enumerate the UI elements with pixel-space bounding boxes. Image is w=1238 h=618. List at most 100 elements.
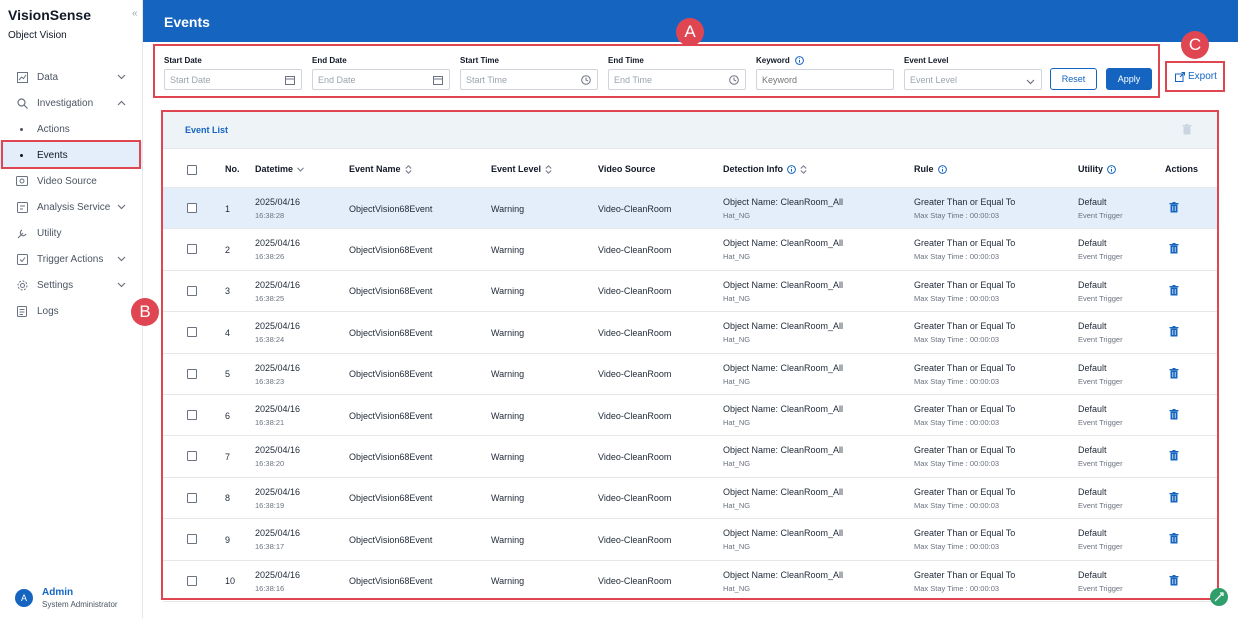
cell-video-source: Video-CleanRoom: [598, 576, 672, 587]
cell-utility: Default Event Trigger: [1078, 404, 1123, 427]
table-row[interactable]: 4 2025/04/16 16:38:24 ObjectVision68Event Wa…: [163, 312, 1217, 354]
delete-icon[interactable]: [1169, 533, 1179, 547]
delete-icon[interactable]: [1169, 491, 1179, 506]
start-date-input[interactable]: Start Date: [164, 69, 302, 90]
marker-b: B: [131, 298, 159, 326]
info-icon[interactable]: [1107, 164, 1116, 174]
table-row[interactable]: 3 2025/04/16 16:38:25 ObjectVision68Event Wa…: [163, 271, 1217, 313]
cell-event-name: ObjectVision68Event: [349, 451, 433, 462]
sort-icon: [404, 164, 412, 174]
cell-datetime: 2025/04/16 16:38:24: [255, 321, 301, 345]
select-all-checkbox[interactable]: [187, 165, 197, 175]
user-role: System Administrator: [42, 600, 118, 609]
sidebar-item-label: Logs: [37, 305, 59, 317]
column-event-level[interactable]: Event Level: [491, 150, 552, 188]
keyword-label: Keyword: [756, 56, 804, 65]
apply-button[interactable]: Apply: [1106, 68, 1152, 90]
delete-icon[interactable]: [1169, 243, 1179, 257]
keyword-input[interactable]: [756, 69, 894, 90]
table-row[interactable]: 9 2025/04/16 16:38:17 ObjectVision68Event Wa…: [163, 519, 1217, 561]
cell-detection-info: Object Name: CleanRoom_All Hat_NG: [723, 321, 844, 345]
table-row[interactable]: 2 2025/04/16 16:38:26 ObjectVision68Event Wa…: [163, 229, 1217, 271]
table-row[interactable]: 7 2025/04/16 16:38:20 ObjectVision68Event Wa…: [163, 436, 1217, 478]
sidebar-item-label: Utility: [37, 227, 62, 239]
bulk-delete-icon[interactable]: [1182, 124, 1192, 138]
assistant-button[interactable]: [1210, 588, 1228, 606]
end-time-input[interactable]: End Time: [608, 69, 746, 90]
table-header: No. Datetime Event Name Event Level Vide…: [163, 150, 1217, 188]
table-row[interactable]: 10 2025/04/16 16:38:16 ObjectVision68Event W…: [163, 561, 1217, 602]
sidebar-item-label: Settings: [37, 279, 74, 291]
delete-icon[interactable]: [1169, 326, 1179, 340]
info-icon[interactable]: [937, 164, 947, 174]
cell-no: 6: [225, 410, 231, 421]
sidebar-item-actions[interactable]: Actions: [0, 116, 142, 142]
cell-rule: Greater Than or Equal To Max Stay Time : …: [914, 528, 1016, 552]
sidebar-item-analysis-service[interactable]: Analysis Service: [0, 194, 142, 220]
row-checkbox[interactable]: [187, 534, 197, 545]
chevron-down-icon: [117, 72, 126, 83]
delete-icon[interactable]: [1169, 409, 1179, 423]
export-button[interactable]: Export: [1175, 71, 1217, 82]
end-date-input[interactable]: End Date: [312, 69, 450, 90]
sidebar-item-label: Trigger Actions: [37, 253, 104, 265]
table-row[interactable]: 8 2025/04/16 16:38:19 ObjectVision68Event Wa…: [163, 478, 1217, 520]
sidebar-item-investigation[interactable]: Investigation: [0, 90, 142, 116]
start-time-input[interactable]: Start Time: [460, 69, 598, 90]
row-checkbox[interactable]: [187, 492, 197, 503]
column-datetime[interactable]: Datetime: [255, 150, 304, 188]
info-icon[interactable]: [787, 164, 796, 174]
row-checkbox[interactable]: [187, 410, 197, 420]
start-time-label: Start Time: [460, 56, 499, 65]
cell-utility: Default Event Trigger: [1078, 321, 1123, 345]
row-checkbox[interactable]: [187, 327, 197, 338]
cell-video-source: Video-CleanRoom: [598, 327, 672, 338]
cell-detection-info: Object Name: CleanRoom_All Hat_NG: [723, 404, 844, 427]
table-row[interactable]: 5 2025/04/16 16:38:23 ObjectVision68Event Wa…: [163, 354, 1217, 395]
info-icon[interactable]: [794, 56, 804, 65]
cell-utility: Default Event Trigger: [1078, 279, 1123, 303]
cell-rule: Greater Than or Equal To Max Stay Time : …: [914, 486, 1016, 510]
row-checkbox[interactable]: [187, 368, 197, 379]
row-checkbox[interactable]: [187, 451, 197, 462]
table-row[interactable]: 1 2025/04/16 16:38:28 ObjectVision68Event Wa…: [163, 188, 1217, 230]
utility-icon: [16, 227, 28, 239]
cell-detection-info: Object Name: CleanRoom_All Hat_NG: [723, 238, 844, 262]
delete-icon[interactable]: [1169, 202, 1179, 216]
sidebar-item-data[interactable]: Data: [0, 64, 142, 90]
row-checkbox[interactable]: [187, 575, 197, 586]
cell-datetime: 2025/04/16 16:38:23: [255, 362, 301, 386]
cell-detection-info: Object Name: CleanRoom_All Hat_NG: [723, 528, 844, 552]
row-checkbox[interactable]: [187, 285, 197, 296]
keyword-label-text: Keyword: [756, 56, 790, 65]
row-checkbox[interactable]: [187, 203, 197, 213]
chart-icon: [16, 71, 28, 83]
cell-datetime: 2025/04/16 16:38:20: [255, 445, 301, 469]
calendar-icon: [285, 75, 295, 87]
cell-event-name: ObjectVision68Event: [349, 244, 433, 255]
cell-event-name: ObjectVision68Event: [349, 576, 433, 587]
cell-event-level: Warning: [491, 369, 525, 380]
delete-icon[interactable]: [1169, 450, 1179, 464]
table-row[interactable]: 6 2025/04/16 16:38:21 ObjectVision68Event Wa…: [163, 395, 1217, 437]
sidebar-item-settings[interactable]: Settings: [0, 272, 142, 298]
end-date-placeholder: End Date: [318, 74, 356, 85]
cell-event-level: Warning: [491, 534, 525, 545]
cell-event-level: Warning: [491, 410, 525, 421]
sidebar-item-utility[interactable]: Utility: [0, 220, 142, 246]
sidebar-item-logs[interactable]: Logs: [0, 298, 142, 324]
column-detection-info[interactable]: Detection Info: [723, 150, 807, 188]
highlight-export: Export: [1165, 61, 1225, 92]
cell-event-name: ObjectVision68Event: [349, 410, 433, 421]
delete-icon[interactable]: [1169, 574, 1179, 589]
event-level-select[interactable]: Event Level: [904, 69, 1042, 90]
sidebar-item-trigger-actions[interactable]: Trigger Actions: [0, 246, 142, 272]
reset-button[interactable]: Reset: [1050, 68, 1097, 90]
delete-icon[interactable]: [1169, 284, 1179, 299]
cell-rule: Greater Than or Equal To Max Stay Time : …: [914, 445, 1016, 469]
column-event-name[interactable]: Event Name: [349, 150, 412, 188]
row-checkbox[interactable]: [187, 244, 197, 255]
sidebar-item-video-source[interactable]: Video Source: [0, 168, 142, 194]
collapse-sidebar-icon[interactable]: «: [132, 8, 138, 19]
delete-icon[interactable]: [1169, 367, 1179, 382]
